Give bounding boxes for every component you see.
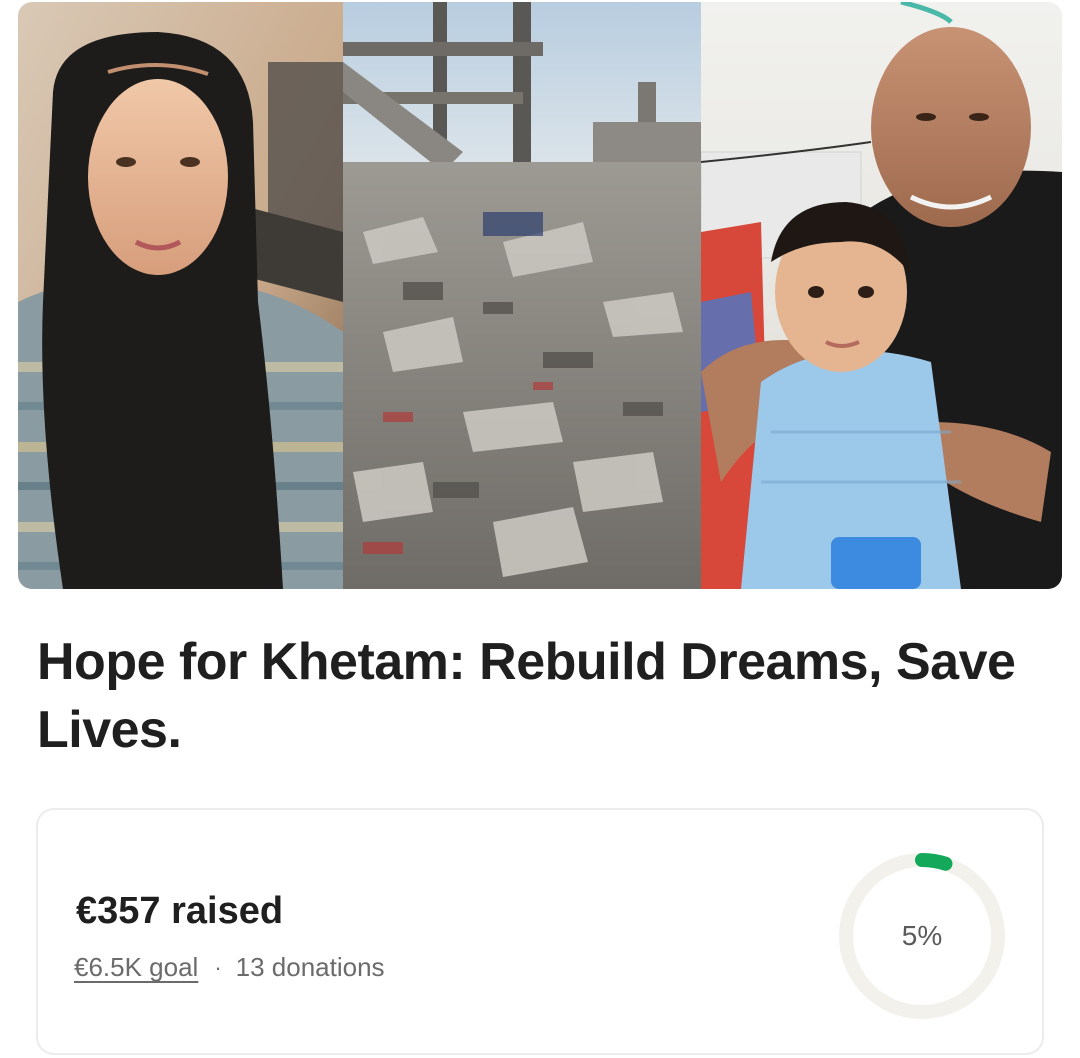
progress-meta: €6.5K goal · 13 donations: [74, 952, 385, 983]
amount-raised: €357 raised: [76, 890, 284, 932]
donation-count: 13 donations: [235, 952, 385, 982]
photo-portrait-woman: [18, 2, 343, 589]
progress-percent: 5%: [901, 920, 943, 951]
photo-man-with-child: [701, 2, 1062, 589]
campaign-title: Hope for Khetam: Rebuild Dreams, Save Li…: [37, 633, 1016, 759]
progress-ring: 5%: [834, 848, 1010, 1024]
donation-progress-card: €357 raised €6.5K goal · 13 donations 5%: [36, 808, 1044, 1055]
goal-link[interactable]: €6.5K goal: [74, 952, 198, 983]
separator-dot: ·: [214, 954, 222, 980]
campaign-photo-collage: [18, 2, 1062, 589]
photo-destroyed-buildings: [343, 2, 701, 589]
